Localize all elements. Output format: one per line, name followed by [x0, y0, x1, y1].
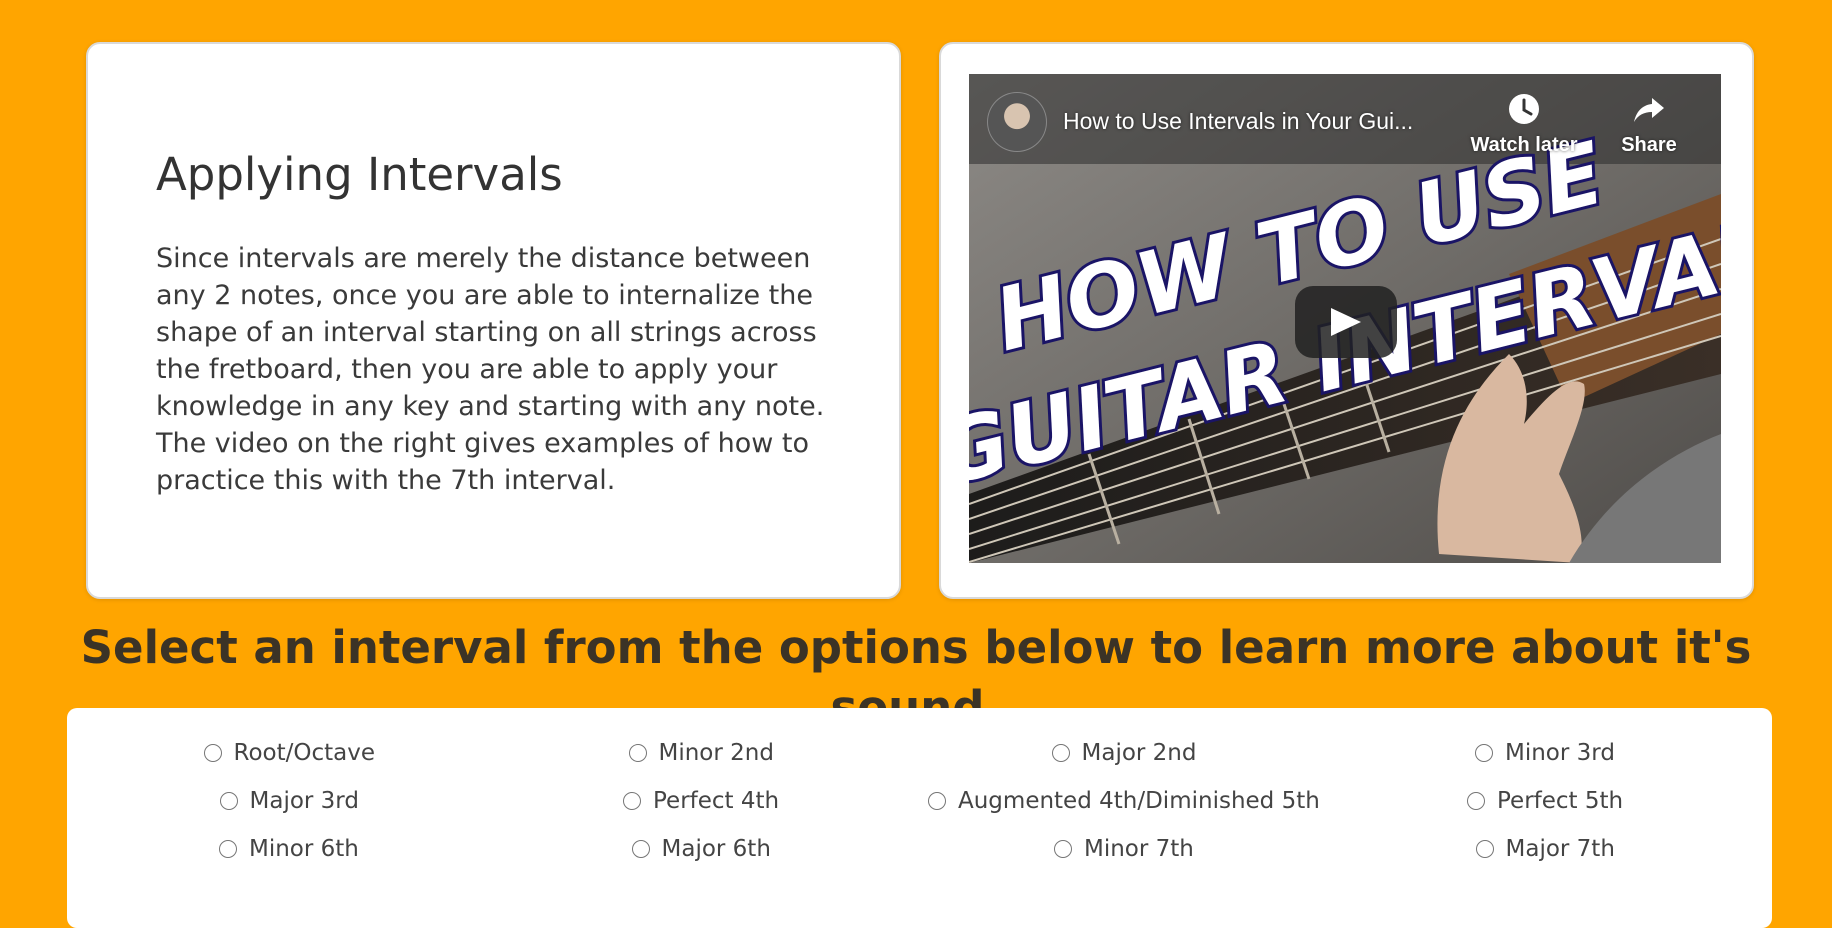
- video-title[interactable]: How to Use Intervals in Your Gui...: [1063, 108, 1473, 135]
- interval-radio[interactable]: [219, 840, 237, 858]
- info-title: Applying Intervals: [156, 148, 563, 201]
- interval-option[interactable]: Major 3rd: [219, 788, 359, 814]
- interval-label: Major 3rd: [249, 788, 359, 814]
- video-card: HOW TO USE GUITAR INTERVALS How to Use I…: [939, 42, 1754, 599]
- interval-radio[interactable]: [219, 792, 238, 810]
- share-arrow-icon: [1634, 98, 1664, 122]
- interval-option[interactable]: Root/Octave: [203, 740, 375, 766]
- interval-radio[interactable]: [1051, 744, 1070, 762]
- interval-label: Minor 3rd: [1505, 740, 1615, 766]
- video-player[interactable]: HOW TO USE GUITAR INTERVALS How to Use I…: [969, 74, 1721, 563]
- interval-option[interactable]: Major 2nd: [1051, 740, 1197, 766]
- interval-option[interactable]: Minor 3rd: [1475, 740, 1615, 766]
- interval-label: Perfect 4th: [653, 788, 780, 814]
- interval-label: Minor 6th: [249, 836, 359, 862]
- interval-option[interactable]: Perfect 4th: [623, 788, 779, 814]
- interval-option[interactable]: Major 7th: [1475, 836, 1615, 862]
- play-icon: [1331, 308, 1361, 336]
- interval-option[interactable]: Augmented 4th/Diminished 5th: [928, 788, 1320, 814]
- interval-radio[interactable]: [623, 792, 641, 810]
- interval-label: Root/Octave: [233, 740, 375, 766]
- interval-option[interactable]: Minor 7th: [1054, 836, 1194, 862]
- interval-radio[interactable]: [1467, 792, 1485, 810]
- share-button[interactable]: Share: [1594, 92, 1704, 157]
- interval-radio[interactable]: [631, 840, 650, 858]
- interval-label: Perfect 5th: [1497, 788, 1624, 814]
- interval-option[interactable]: Perfect 5th: [1467, 788, 1623, 814]
- clock-icon: [1509, 94, 1539, 124]
- interval-radio[interactable]: [928, 792, 946, 810]
- interval-options-panel: Root/Octave Minor 2nd Major 2nd Minor 3rd Ma…: [67, 708, 1772, 928]
- interval-option[interactable]: Minor 2nd: [628, 740, 774, 766]
- interval-label: Major 6th: [661, 836, 771, 862]
- interval-label: Major 7th: [1505, 836, 1615, 862]
- interval-radio[interactable]: [1475, 744, 1493, 762]
- interval-label: Major 2nd: [1081, 740, 1197, 766]
- interval-option[interactable]: Minor 6th: [219, 836, 359, 862]
- watch-later-label: Watch later: [1470, 134, 1578, 156]
- play-button[interactable]: [1295, 286, 1397, 358]
- info-text: Since intervals are merely the distance …: [156, 243, 825, 496]
- info-card: Applying Intervals Since intervals are m…: [86, 42, 901, 599]
- interval-radio[interactable]: [203, 744, 222, 762]
- interval-label: Minor 2nd: [658, 740, 774, 766]
- channel-avatar[interactable]: [987, 92, 1047, 152]
- watch-later-button[interactable]: Watch later: [1469, 92, 1579, 157]
- interval-label: Minor 7th: [1084, 836, 1194, 862]
- share-label: Share: [1621, 134, 1677, 156]
- interval-radio[interactable]: [628, 744, 647, 762]
- interval-radio[interactable]: [1054, 840, 1072, 858]
- interval-label: Augmented 4th/Diminished 5th: [958, 788, 1320, 814]
- interval-option[interactable]: Major 6th: [631, 836, 771, 862]
- interval-radio[interactable]: [1475, 840, 1494, 858]
